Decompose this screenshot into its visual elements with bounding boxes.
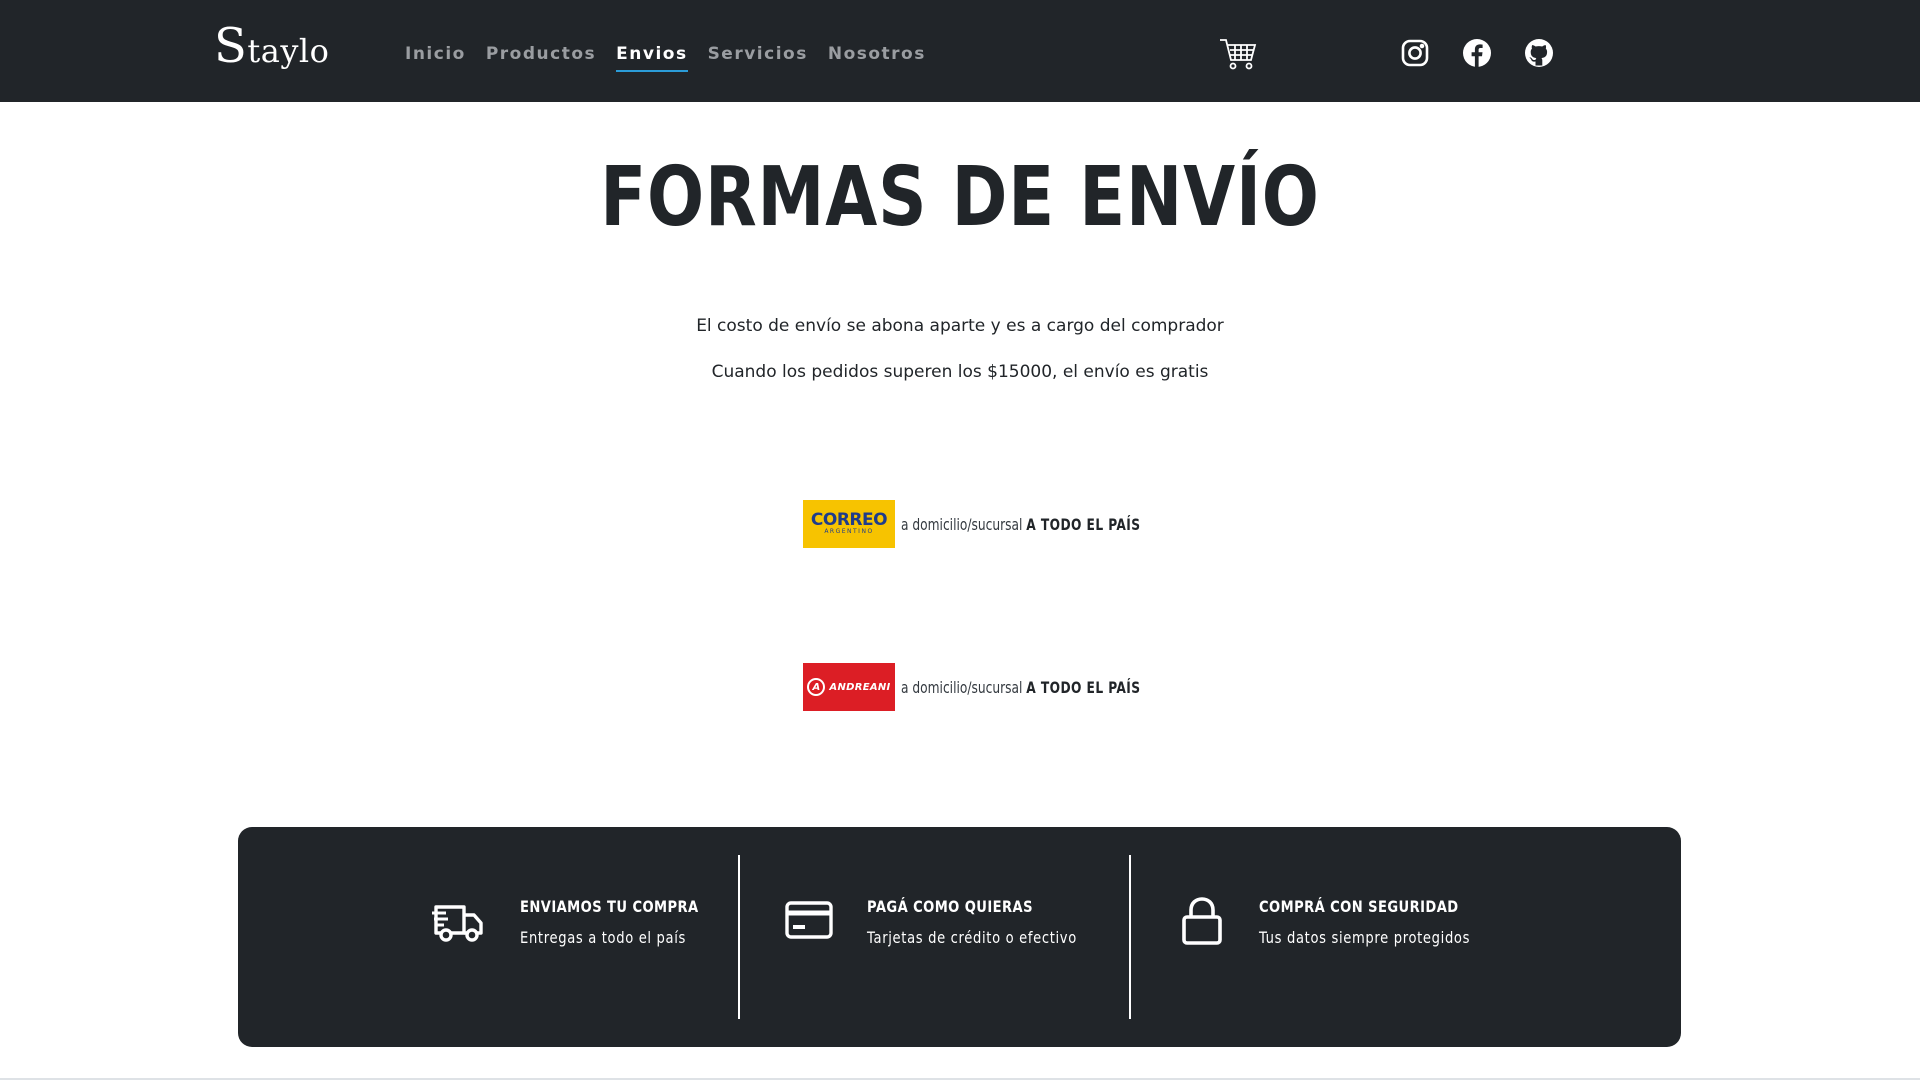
nav-item-inicio[interactable]: Inicio: [405, 44, 466, 72]
feature-payment: PAGÁ COMO QUIERAS Tarjetas de crédito o …: [783, 897, 1123, 947]
carrier-correo-argentino: CORREO ARGENTINO a domicilio/sucursal A …: [803, 500, 1183, 548]
feature-subtitle: Tus datos siempre protegidos: [1259, 928, 1471, 947]
andreani-logo: A ANDREANI: [803, 663, 895, 711]
divider: [1129, 855, 1131, 1019]
carrier-coverage: A TODO EL PAÍS: [1026, 677, 1141, 697]
features-band: ENVIAMOS TU COMPRA Entregas a todo el pa…: [238, 827, 1681, 1047]
shipping-cost-note: El costo de envío se abona aparte y es a…: [696, 316, 1224, 336]
nav-item-envios[interactable]: Envios: [616, 44, 688, 72]
correo-logo-main: CORREO: [810, 510, 888, 530]
credit-card-icon: [785, 901, 833, 939]
brand-rest: taylo: [247, 32, 330, 70]
shopping-cart-icon[interactable]: [1218, 36, 1258, 72]
nav-item-nosotros[interactable]: Nosotros: [828, 44, 926, 72]
feature-subtitle: Tarjetas de crédito o efectivo: [867, 928, 1077, 947]
divider: [738, 855, 740, 1019]
feature-security: COMPRÁ CON SEGURIDAD Tus datos siempre p…: [1175, 897, 1516, 947]
andreani-logo-text: ANDREANI: [829, 681, 891, 693]
brand-initial: S: [214, 18, 248, 74]
feature-subtitle: Entregas a todo el país: [520, 928, 687, 947]
nav-item-servicios[interactable]: Servicios: [708, 44, 808, 72]
truck-icon: [432, 905, 483, 942]
lock-icon: [1182, 897, 1222, 945]
feature-title: COMPRÁ CON SEGURIDAD: [1259, 897, 1459, 916]
facebook-icon[interactable]: [1462, 38, 1492, 68]
carrier-coverage: A TODO EL PAÍS: [1026, 514, 1141, 534]
brand-logo[interactable]: Staylo: [214, 22, 329, 70]
carrier-description: a domicilio/sucursal A TODO EL PAÍS: [901, 678, 1141, 697]
page-title: FORMAS DE ENVÍO: [600, 150, 1320, 245]
nav-item-productos[interactable]: Productos: [486, 44, 596, 72]
feature-title: PAGÁ COMO QUIERAS: [867, 897, 1033, 916]
carrier-andreani: A ANDREANI a domicilio/sucursal A TODO E…: [803, 663, 1183, 711]
free-shipping-note: Cuando los pedidos superen los $15000, e…: [711, 362, 1209, 382]
carrier-delivery-type: a domicilio/sucursal: [901, 677, 1023, 697]
nav-links: Inicio Productos Envios Servicios Nosotr…: [405, 44, 926, 72]
navbar: Staylo Inicio Productos Envios Servicios…: [0, 0, 1920, 102]
feature-title: ENVIAMOS TU COMPRA: [520, 897, 699, 916]
correo-logo-sub: ARGENTINO: [824, 528, 874, 535]
correo-argentino-logo: CORREO ARGENTINO: [803, 500, 895, 548]
carrier-delivery-type: a domicilio/sucursal: [901, 514, 1023, 534]
instagram-icon[interactable]: [1400, 38, 1430, 68]
andreani-logo-mark: A: [807, 678, 826, 696]
carrier-description: a domicilio/sucursal A TODO EL PAÍS: [901, 515, 1141, 534]
github-icon[interactable]: [1524, 38, 1554, 68]
feature-shipping: ENVIAMOS TU COMPRA Entregas a todo el pa…: [432, 897, 738, 947]
